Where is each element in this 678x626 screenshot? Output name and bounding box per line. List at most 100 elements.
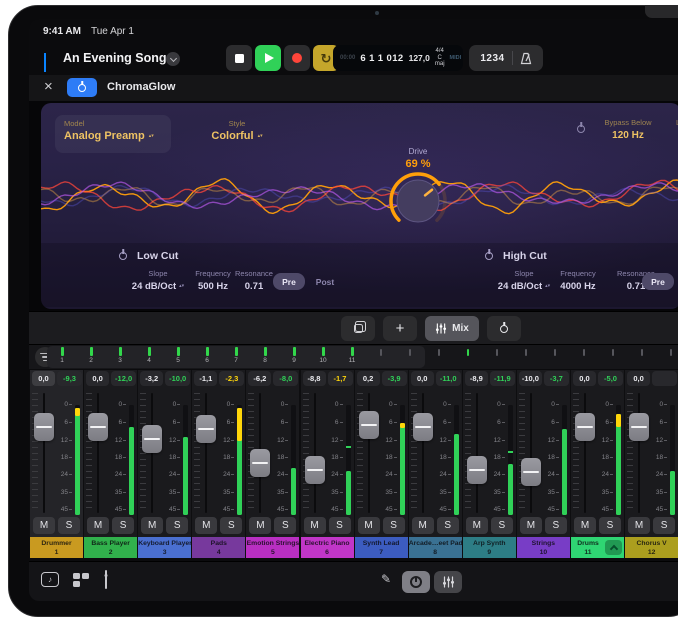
solo-button[interactable]: S: [274, 517, 296, 534]
solo-button[interactable]: S: [58, 517, 80, 534]
volume-value[interactable]: -6,2: [248, 371, 271, 386]
metronome-icon[interactable]: [520, 52, 532, 65]
solo-button[interactable]: S: [383, 517, 405, 534]
mute-solo-row: MS: [625, 517, 678, 534]
volume-value[interactable]: 0,0: [86, 371, 109, 386]
fader-handle[interactable]: [142, 425, 162, 453]
fader-handle[interactable]: [629, 413, 649, 441]
expand-stack-button[interactable]: [605, 540, 622, 555]
duplicate-button[interactable]: [341, 316, 375, 341]
track-name-tile[interactable]: Pads4: [192, 537, 245, 558]
track-name-tile[interactable]: Strings10: [517, 537, 570, 558]
mute-button[interactable]: M: [195, 517, 217, 534]
fader-handle[interactable]: [467, 456, 487, 484]
drive-knob[interactable]: [386, 169, 450, 233]
fader-handle[interactable]: [34, 413, 54, 441]
solo-button[interactable]: S: [545, 517, 567, 534]
song-menu-button[interactable]: [166, 52, 180, 66]
plugin-power-button[interactable]: [67, 78, 97, 97]
low-cut-power-icon[interactable]: [119, 252, 127, 260]
track-name-tile[interactable]: Synth Lead7: [355, 537, 408, 558]
fader-handle[interactable]: [575, 413, 595, 441]
mute-button[interactable]: M: [249, 517, 271, 534]
track-name-tile[interactable]: Bass Player2: [84, 537, 137, 558]
track-name-tile[interactable]: Drummer1: [30, 537, 83, 558]
solo-button[interactable]: S: [220, 517, 242, 534]
add-plugin-button[interactable]: +: [383, 316, 417, 341]
bypass-power-icon[interactable]: [577, 125, 585, 133]
track-name-tile[interactable]: Emotion Strings5: [246, 537, 299, 558]
fader-handle[interactable]: [305, 456, 325, 484]
solo-button[interactable]: S: [491, 517, 513, 534]
high-cut-pre-button[interactable]: Pre: [642, 273, 674, 290]
track-name-tile[interactable]: Chorus V12: [625, 537, 678, 558]
track-name-tile[interactable]: Arp Synth9: [463, 537, 516, 558]
mute-button[interactable]: M: [628, 517, 650, 534]
solo-button[interactable]: S: [329, 517, 351, 534]
solo-button[interactable]: S: [437, 517, 459, 534]
mute-button[interactable]: M: [520, 517, 542, 534]
fader-handle[interactable]: [413, 413, 433, 441]
model-select[interactable]: Model Analog Preamp▴▾: [55, 115, 171, 153]
fader-handle[interactable]: [196, 415, 216, 443]
mute-button[interactable]: M: [466, 517, 488, 534]
volume-value[interactable]: -1,1: [194, 371, 217, 386]
fader-handle[interactable]: [359, 411, 379, 439]
mute-button[interactable]: M: [33, 517, 55, 534]
solo-button[interactable]: S: [653, 517, 675, 534]
mute-button[interactable]: M: [141, 517, 163, 534]
mute-button[interactable]: M: [412, 517, 434, 534]
low-cut-resonance[interactable]: Resonance 0.71: [229, 269, 279, 292]
volume-value[interactable]: 0,0: [627, 371, 650, 386]
solo-button[interactable]: S: [112, 517, 134, 534]
volume-value[interactable]: -8,8: [303, 371, 326, 386]
mute-button[interactable]: M: [358, 517, 380, 534]
back-button[interactable]: [44, 53, 54, 63]
overview-track-tick: 9: [288, 347, 300, 364]
volume-value[interactable]: 0,0: [32, 371, 55, 386]
stop-button[interactable]: [226, 45, 252, 71]
fader-zone: 061218243545: [355, 391, 408, 515]
high-cut-frequency[interactable]: Frequency 4000 Hz: [548, 269, 608, 292]
track-name-tile[interactable]: Arcade…eet Pad8: [409, 537, 462, 558]
browser-button[interactable]: ♪: [41, 572, 59, 587]
count-in-button[interactable]: 1234: [480, 53, 504, 64]
fader-handle[interactable]: [521, 458, 541, 486]
mute-button[interactable]: M: [574, 517, 596, 534]
mixer-power-button[interactable]: [487, 316, 521, 341]
level-control[interactable]: Level 0.0: [657, 118, 678, 141]
mute-button[interactable]: M: [87, 517, 109, 534]
volume-value[interactable]: 0,0: [411, 371, 434, 386]
track-name-tile[interactable]: Drums11: [571, 537, 624, 558]
low-cut-post-button[interactable]: Post: [309, 273, 341, 290]
lcd-display[interactable]: 00:00 6 1 1 012 127,0 4/4 C maj MIDI: [333, 45, 463, 71]
song-title[interactable]: An Evening Song: [63, 51, 166, 65]
edit-button[interactable]: ✎: [381, 572, 391, 586]
faders-icon: [435, 323, 447, 334]
track-name-tile[interactable]: Keyboard Player3: [138, 537, 191, 558]
high-cut-power-icon[interactable]: [485, 252, 493, 260]
volume-value[interactable]: 0,0: [573, 371, 596, 386]
bypass-below-control[interactable]: Bypass Below 120 Hz: [593, 118, 663, 141]
fader-handle[interactable]: [88, 413, 108, 441]
solo-button[interactable]: S: [166, 517, 188, 534]
track-name-tile[interactable]: Electric Piano6: [301, 537, 354, 558]
mute-button[interactable]: M: [304, 517, 326, 534]
volume-value[interactable]: -3,2: [140, 371, 163, 386]
volume-value[interactable]: -10,0: [519, 371, 542, 386]
record-button[interactable]: [284, 45, 310, 71]
play-button[interactable]: [255, 45, 281, 71]
volume-value[interactable]: -8,9: [465, 371, 488, 386]
style-select[interactable]: Style Colorful▴▾: [191, 115, 283, 153]
controls-view-button[interactable]: [402, 571, 430, 593]
mix-view-button[interactable]: Mix: [425, 316, 479, 341]
close-plugin-button[interactable]: ×: [44, 78, 53, 96]
solo-button[interactable]: S: [599, 517, 621, 534]
low-cut-pre-button[interactable]: Pre: [273, 273, 305, 290]
db-scale-label: 12: [277, 437, 284, 444]
fader-handle[interactable]: [250, 449, 270, 477]
strip-value-row: 0,0: [625, 370, 678, 387]
volume-value[interactable]: 0,2: [357, 371, 380, 386]
faders-view-button[interactable]: [434, 571, 462, 593]
play-surface-button[interactable]: [105, 571, 107, 589]
